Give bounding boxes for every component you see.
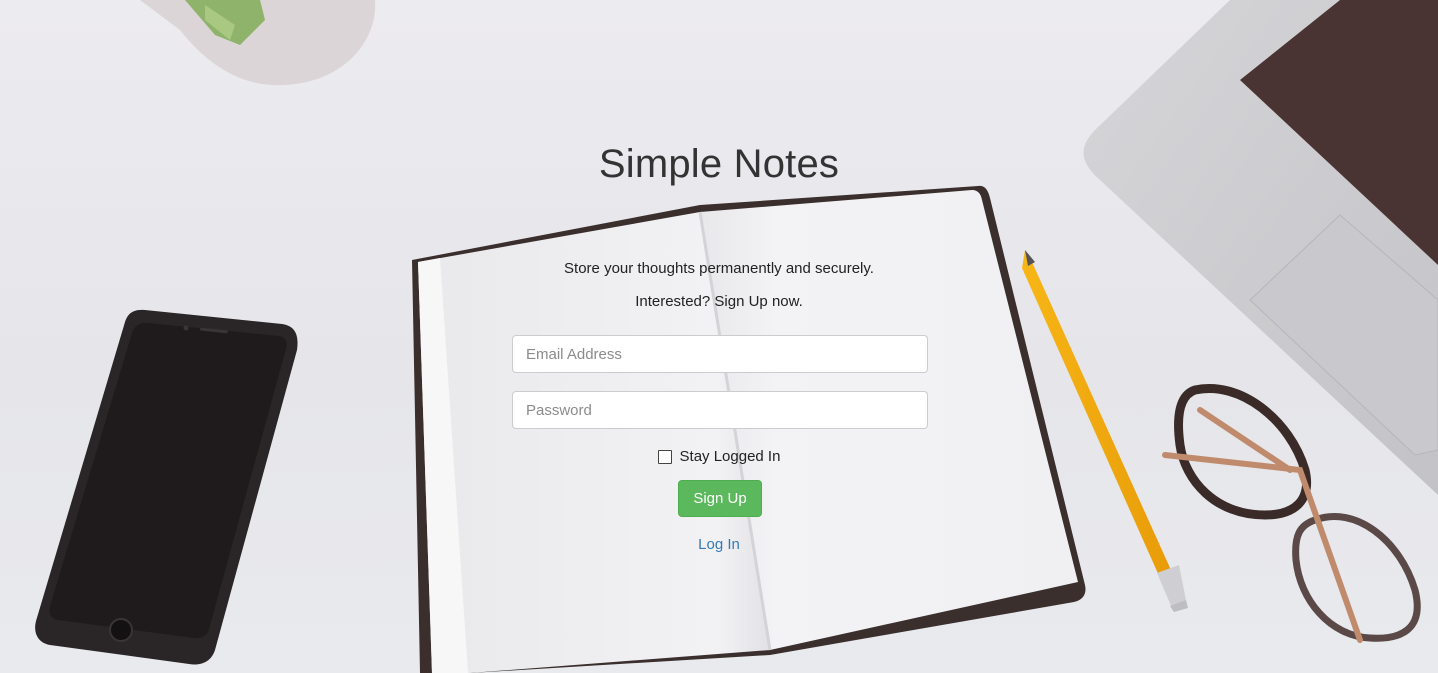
- email-input[interactable]: [512, 335, 928, 373]
- log-in-link[interactable]: Log In: [0, 536, 1438, 553]
- tagline-text: Store your thoughts permanently and secu…: [564, 260, 874, 277]
- password-input[interactable]: [512, 391, 928, 429]
- stay-logged-in-checkbox[interactable]: [657, 449, 672, 464]
- stay-logged-in-label[interactable]: Stay Logged In: [680, 448, 781, 465]
- cta-text: Interested? Sign Up now.: [635, 293, 803, 310]
- app-title: Simple Notes: [598, 142, 840, 186]
- stay-logged-in-row: Stay Logged In: [0, 448, 1438, 465]
- signup-panel: Simple Notes Store your thoughts permane…: [0, 0, 1438, 673]
- sign-up-button[interactable]: Sign Up: [678, 480, 762, 517]
